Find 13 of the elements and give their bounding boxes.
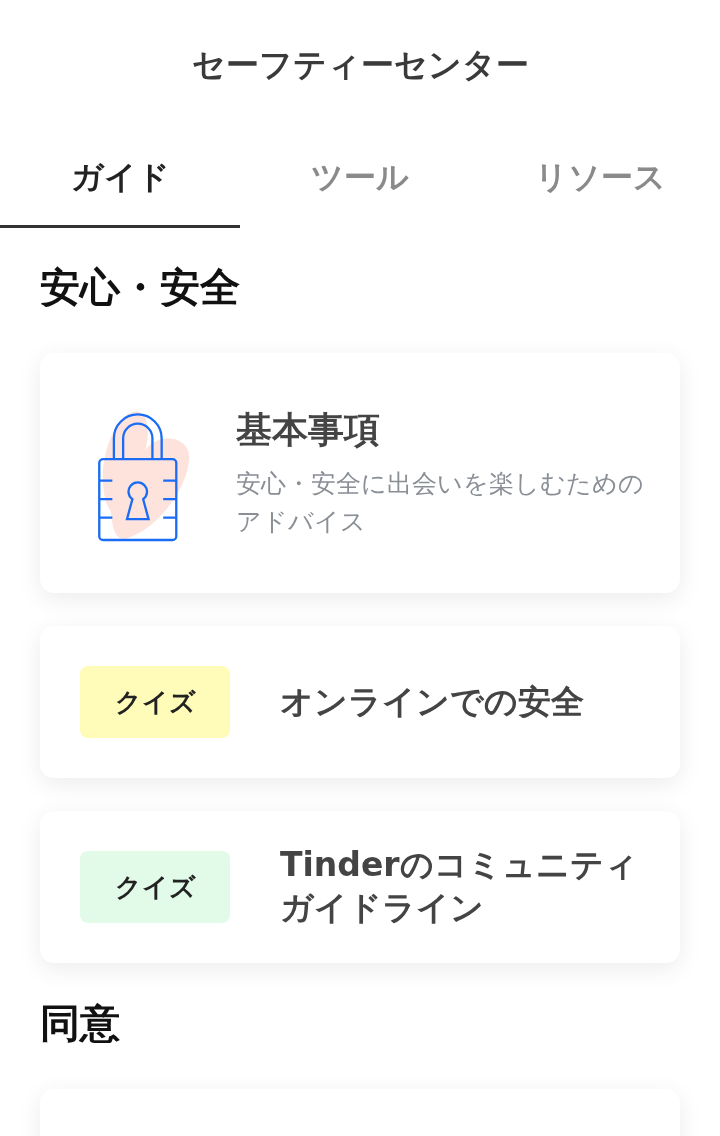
quiz-card[interactable]: クイズ オンラインでの安全 [40,626,680,778]
card-title: オンラインでの安全 [280,680,584,723]
quiz-card[interactable]: クイズ Tinderのコミュニティガイドライン [40,811,680,963]
tab[interactable]: ガイド [0,130,240,228]
section-heading: 安心・安全 [40,263,241,312]
page-title: セーフティーセンター [191,43,529,86]
quiz-tag: クイズ [80,666,230,738]
section-heading: 同意 [40,999,121,1048]
card-title: Tinderのコミュニティガイドライン [280,844,639,929]
guide-card[interactable]: 基本事項 安心・安全に出会いを楽しむためのアドバイス [40,353,680,593]
card-description: 安心・安全に出会いを楽しむためのアドバイス [235,468,645,538]
card-title: 基本事項 [235,408,381,452]
quiz-tag: クイズ [80,851,230,923]
